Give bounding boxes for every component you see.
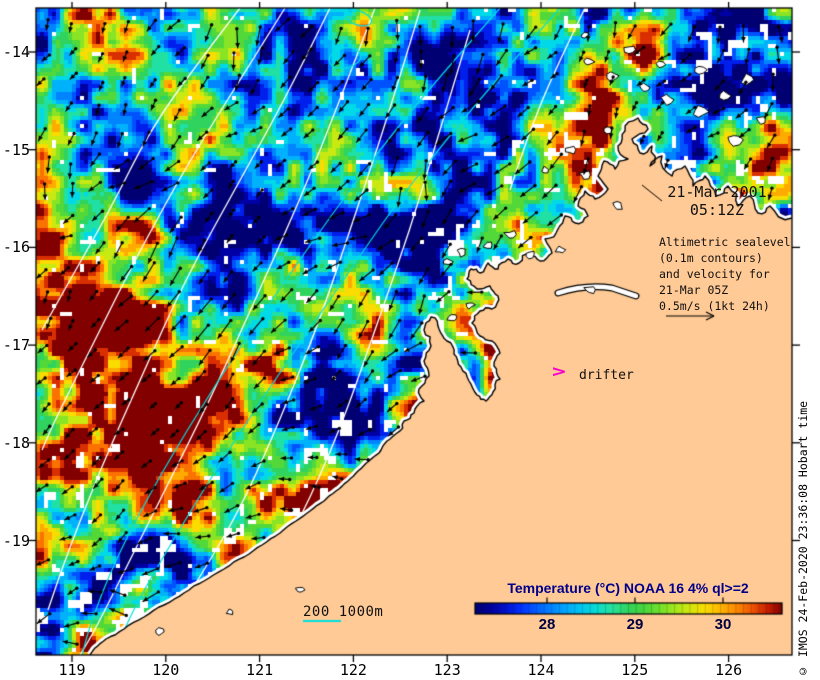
x-tick-label: 123 <box>433 661 461 679</box>
y-tick-label: -16 <box>2 238 30 257</box>
y-tick-label: -18 <box>2 433 30 452</box>
colorbar-tick-29: 29 <box>626 616 644 633</box>
drifter-label: drifter <box>579 368 634 383</box>
drifter-marker-icon: > <box>552 362 566 382</box>
sst-map-figure: 119 120 121 122 123 124 125 126 -14 -15 -16 -17 -18… <box>0 0 820 680</box>
copyright-watermark: © IMOS 24-Feb-2020 23:36:08 Hobart time <box>796 400 810 678</box>
x-tick-label: 119 <box>58 661 86 679</box>
x-tick-label: 121 <box>246 661 274 679</box>
y-tick-label: -14 <box>2 43 30 61</box>
y-tick-label: -15 <box>2 140 30 159</box>
x-tick-label: 124 <box>527 661 555 679</box>
altimetry-note-line1: Altimetric sealevel <box>659 235 791 249</box>
sst-map-canvas <box>0 0 820 680</box>
altimetry-note-line3: and velocity for <box>659 267 770 281</box>
y-tick-label: -19 <box>2 531 30 550</box>
x-tick-label: 120 <box>152 661 180 679</box>
timestamp-time: 05:12Z <box>689 201 745 219</box>
x-tick-label: 126 <box>715 661 743 679</box>
colorbar-title: Temperature (°C) NOAA 16 4% ql>=2 <box>507 580 749 596</box>
altimetry-note-line4: 21-Mar 05Z <box>659 283 729 297</box>
x-tick-label: 122 <box>339 661 367 679</box>
altimetry-note-line2: (0.1m contours) <box>659 251 763 265</box>
colorbar-tick-28: 28 <box>538 616 556 633</box>
x-tick-label: 125 <box>621 661 649 679</box>
altimetry-note-line5: 0.5m/s (1kt 24h) <box>659 299 770 313</box>
y-tick-label: -17 <box>2 336 30 355</box>
colorbar-tick-30: 30 <box>714 616 732 633</box>
timestamp-date: 21-Mar-2001 <box>667 183 767 201</box>
isobath-legend: 200 1000m <box>303 604 384 620</box>
